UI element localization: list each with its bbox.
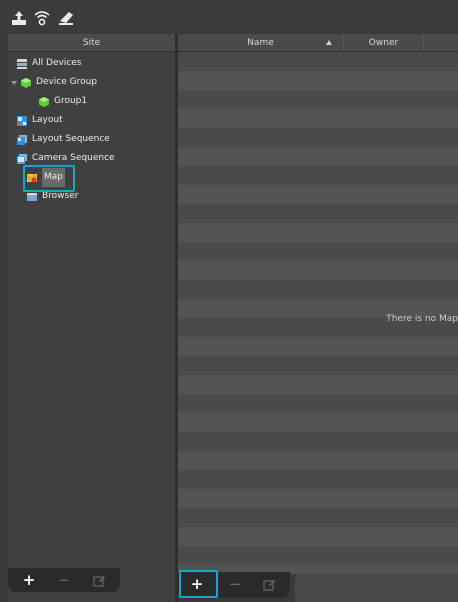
- list-row: [178, 451, 458, 470]
- layout-sequence-icon: [17, 134, 27, 145]
- list-row: [178, 109, 458, 128]
- map-list-rows: There is no Map: [178, 52, 458, 574]
- edit-map-button[interactable]: [256, 572, 282, 596]
- eraser-icon[interactable]: [57, 9, 75, 27]
- edit-icon: [92, 575, 105, 587]
- site-footer-toolbar: + −: [8, 568, 120, 592]
- list-row: [178, 394, 458, 413]
- list-row: [178, 223, 458, 242]
- upload-icon[interactable]: [10, 9, 28, 27]
- remove-site-button[interactable]: −: [51, 568, 77, 592]
- list-row: [178, 166, 458, 185]
- tree-item-all-devices[interactable]: All Devices: [16, 54, 82, 73]
- tree-item-group1[interactable]: Group1: [38, 92, 87, 111]
- list-header: Name Owner: [178, 34, 458, 52]
- site-panel: Site All Devices Device Group Group1 Lay…: [8, 34, 175, 602]
- all-devices-icon: [17, 58, 27, 69]
- edit-site-button[interactable]: [86, 568, 112, 592]
- list-row: [178, 185, 458, 204]
- tree-item-label: Layout: [32, 115, 63, 125]
- list-row: [178, 356, 458, 375]
- list-row: [178, 470, 458, 489]
- list-row: [178, 508, 458, 527]
- browser-icon: [27, 192, 37, 201]
- camera-sequence-icon: [17, 153, 27, 164]
- map-selection-highlight: [23, 165, 75, 192]
- tree-item-label: All Devices: [32, 58, 82, 68]
- name-column-label: Name: [247, 38, 274, 48]
- list-row: [178, 432, 458, 451]
- expand-arrow-icon[interactable]: [10, 79, 18, 87]
- list-row: [178, 280, 458, 299]
- tree-item-device-group[interactable]: Device Group: [10, 73, 97, 92]
- tree-item-layout[interactable]: Layout: [16, 111, 63, 130]
- list-row: [178, 52, 458, 71]
- list-row: [178, 546, 458, 565]
- list-row: [178, 147, 458, 166]
- layout-icon: [17, 115, 27, 126]
- list-row: [178, 337, 458, 356]
- site-tree: All Devices Device Group Group1 Layout L…: [8, 52, 175, 582]
- list-row: [178, 71, 458, 90]
- tree-item-layout-sequence[interactable]: Layout Sequence: [16, 130, 110, 149]
- group-icon: [39, 96, 49, 107]
- tree-item-label: Device Group: [36, 77, 98, 87]
- list-row: [178, 413, 458, 432]
- list-row: [178, 261, 458, 280]
- edit-icon: [262, 579, 275, 591]
- list-row: [178, 527, 458, 546]
- site-column-header[interactable]: Site: [8, 34, 175, 52]
- footer-spacer: [295, 574, 458, 602]
- sort-ascending-icon: [326, 40, 332, 45]
- list-footer-toolbar: + −: [178, 570, 290, 598]
- tree-item-label: Layout Sequence: [32, 134, 110, 144]
- name-column-header[interactable]: Name: [178, 34, 344, 51]
- device-group-icon: [21, 77, 31, 88]
- list-row: [178, 375, 458, 394]
- empty-list-message: There is no Map: [386, 314, 458, 324]
- remove-map-button[interactable]: −: [222, 572, 248, 596]
- list-row: [178, 204, 458, 223]
- owner-column-header[interactable]: Owner: [344, 34, 424, 51]
- tree-item-label: Group1: [54, 96, 88, 106]
- add-site-button[interactable]: +: [16, 568, 42, 592]
- owner-column-label: Owner: [368, 38, 399, 48]
- map-list-panel: Name Owner There is no Map: [178, 34, 458, 574]
- list-row: [178, 90, 458, 109]
- list-row: [178, 128, 458, 147]
- top-toolbar: [0, 0, 458, 33]
- wireless-icon[interactable]: [33, 9, 51, 27]
- list-row: [178, 242, 458, 261]
- add-map-highlight: [179, 570, 218, 598]
- list-row: [178, 489, 458, 508]
